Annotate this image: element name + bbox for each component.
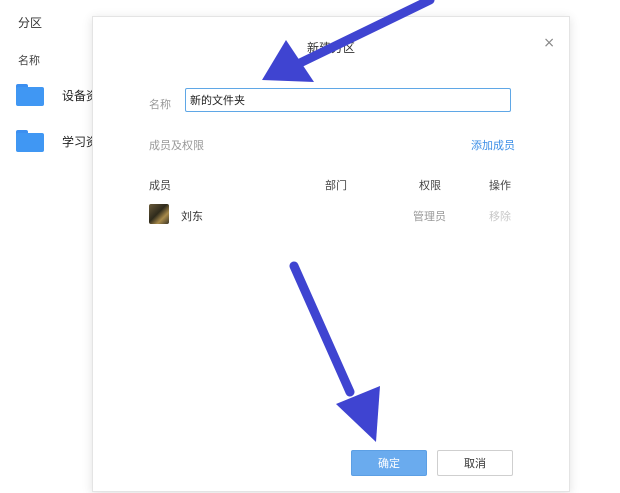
add-member-link[interactable]: 添加成员: [471, 137, 515, 153]
folder-icon: [16, 84, 44, 106]
close-icon[interactable]: ×: [543, 35, 555, 51]
folder-icon: [16, 130, 44, 152]
section-title: 分区: [18, 16, 43, 30]
header-department: 部门: [325, 179, 347, 192]
list-item[interactable]: 设备资: [16, 80, 98, 110]
header-permission: 权限: [419, 179, 441, 192]
column-header-name: 名称: [18, 54, 40, 67]
avatar: [149, 204, 169, 224]
name-label: 名称: [149, 98, 171, 111]
dialog-title: 新建分区: [306, 41, 355, 55]
name-input[interactable]: [185, 88, 511, 112]
ok-button[interactable]: 确定: [351, 450, 427, 476]
list-item[interactable]: 学习资: [16, 126, 98, 156]
remove-member-link[interactable]: 移除: [489, 208, 511, 224]
members-label: 成员及权限: [149, 139, 204, 152]
member-name: 刘东: [181, 210, 203, 223]
header-member: 成员: [149, 179, 171, 192]
new-partition-dialog: 新建分区 × 名称 成员及权限 添加成员 成员 部门 权限 操作 刘东 管理员 …: [92, 16, 570, 492]
header-action: 操作: [489, 179, 511, 192]
member-permission[interactable]: 管理员: [413, 208, 446, 224]
cancel-button[interactable]: 取消: [437, 450, 513, 476]
